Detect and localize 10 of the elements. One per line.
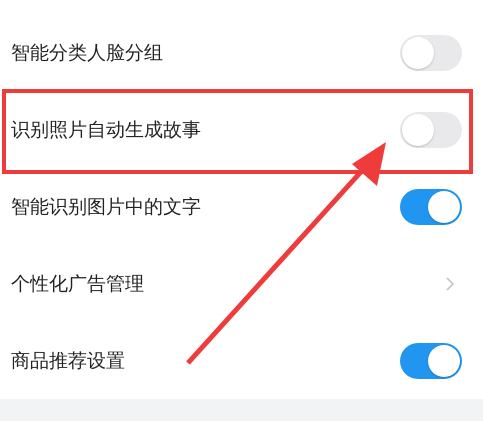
toggle-switch[interactable] xyxy=(400,112,462,148)
setting-label: 个性化广告管理 xyxy=(11,272,144,296)
chevron-right-icon xyxy=(446,276,454,290)
toggle-switch[interactable] xyxy=(400,188,462,224)
setting-label: 商品推荐设置 xyxy=(11,348,125,374)
setting-label: 智能识别图片中的文字 xyxy=(11,194,201,220)
setting-label: 智能分类人脸分组 xyxy=(11,40,163,66)
setting-label: 识别照片自动生成故事 xyxy=(11,118,201,142)
toggle-switch[interactable] xyxy=(400,34,462,70)
toggle-switch[interactable] xyxy=(400,342,462,378)
